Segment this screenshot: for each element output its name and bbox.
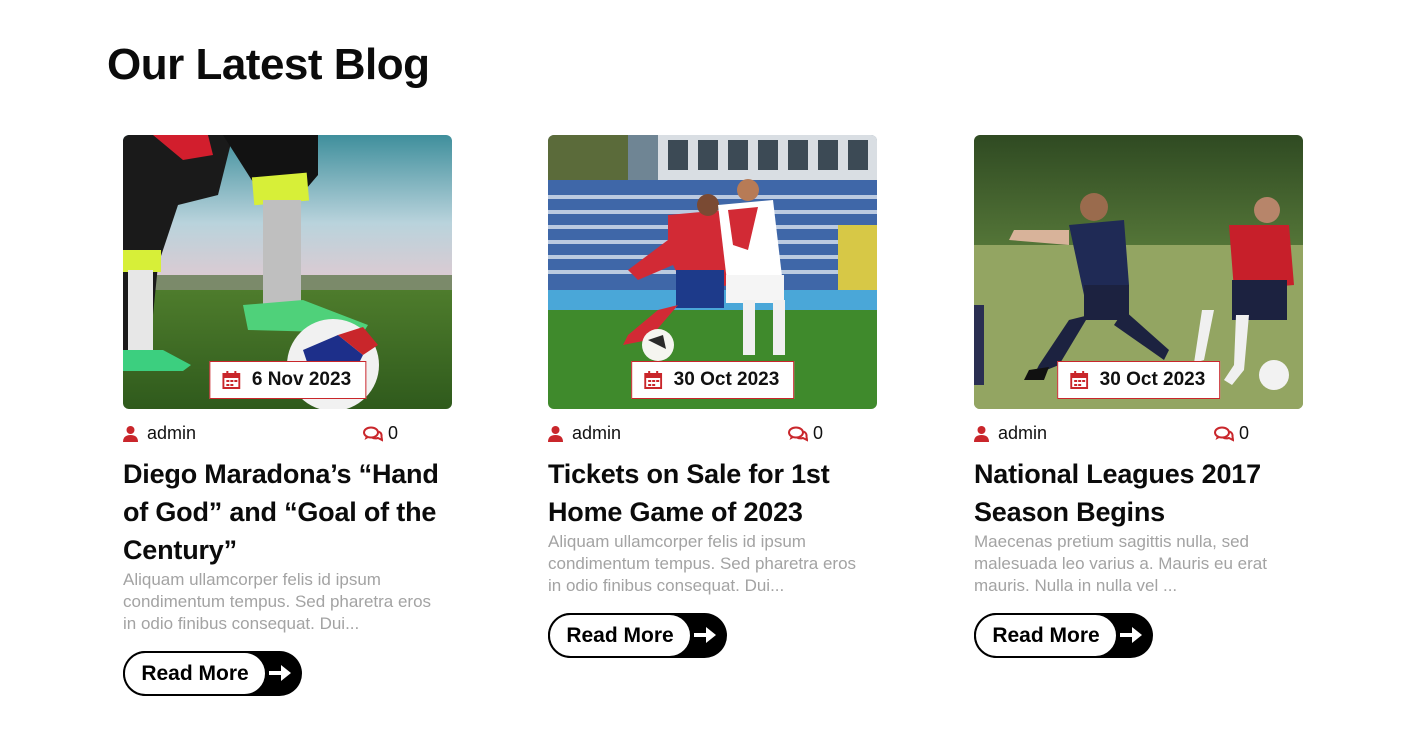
read-more-label: Read More (974, 613, 1118, 658)
post-date: 30 Oct 2023 (673, 369, 780, 390)
user-icon (974, 425, 989, 442)
read-more-button[interactable]: Read More (548, 613, 727, 658)
read-more-button[interactable]: Read More (974, 613, 1153, 658)
post-meta: admin 0 (974, 423, 1304, 445)
post-comments[interactable]: 0 (363, 423, 398, 444)
post-author[interactable]: admin (548, 423, 621, 444)
post-comment-count: 0 (813, 423, 824, 443)
arrow-right-icon (694, 627, 716, 643)
post-comments[interactable]: 0 (1214, 423, 1249, 444)
post-comment-count: 0 (1239, 423, 1250, 443)
post-comments[interactable]: 0 (788, 423, 823, 444)
blog-card: 30 Oct 2023 admin 0 National Leagues 201… (974, 135, 1304, 658)
arrow-right-icon (1120, 627, 1142, 643)
blog-card: 6 Nov 2023 admin 0 Diego Maradona’s “Han… (123, 135, 453, 696)
post-excerpt: Aliquam ullamcorper felis id ipsum condi… (548, 532, 857, 595)
post-comment-count: 0 (388, 423, 399, 443)
comments-icon (363, 426, 384, 442)
post-author[interactable]: admin (974, 423, 1047, 444)
post-date: 6 Nov 2023 (251, 369, 352, 390)
post-author-name: admin (572, 423, 622, 443)
post-author-name: admin (147, 423, 197, 443)
calendar-icon (1069, 371, 1088, 389)
calendar-icon (221, 371, 240, 389)
section-title: Our Latest Blog (107, 40, 430, 89)
calendar-icon (643, 371, 662, 389)
arrow-right-icon (269, 665, 291, 681)
read-more-label: Read More (123, 651, 267, 696)
post-image[interactable]: 30 Oct 2023 (974, 135, 1303, 409)
post-title[interactable]: National Leagues 2017 Season Begins (974, 455, 1304, 531)
read-more-label: Read More (548, 613, 692, 658)
comments-icon (1214, 426, 1235, 442)
post-title[interactable]: Tickets on Sale for 1st Home Game of 202… (548, 455, 878, 531)
post-excerpt: Aliquam ullamcorper felis id ipsum condi… (123, 570, 432, 633)
post-excerpt: Maecenas pretium sagittis nulla, sed mal… (974, 532, 1267, 595)
post-author[interactable]: admin (123, 423, 196, 444)
blog-card: 30 Oct 2023 admin 0 Tickets on Sale for … (548, 135, 878, 658)
user-icon (548, 425, 563, 442)
post-meta: admin 0 (123, 423, 453, 445)
read-more-button[interactable]: Read More (123, 651, 302, 696)
post-image[interactable]: 30 Oct 2023 (548, 135, 877, 409)
user-icon (123, 425, 138, 442)
post-image[interactable]: 6 Nov 2023 (123, 135, 452, 409)
post-meta: admin 0 (548, 423, 878, 445)
post-date-badge: 30 Oct 2023 (1056, 361, 1221, 399)
comments-icon (788, 426, 809, 442)
post-date-badge: 6 Nov 2023 (208, 361, 367, 399)
post-date: 30 Oct 2023 (1099, 369, 1206, 390)
post-title[interactable]: Diego Maradona’s “Hand of God” and “Goal… (123, 455, 453, 569)
post-date-badge: 30 Oct 2023 (630, 361, 795, 399)
post-author-name: admin (998, 423, 1048, 443)
